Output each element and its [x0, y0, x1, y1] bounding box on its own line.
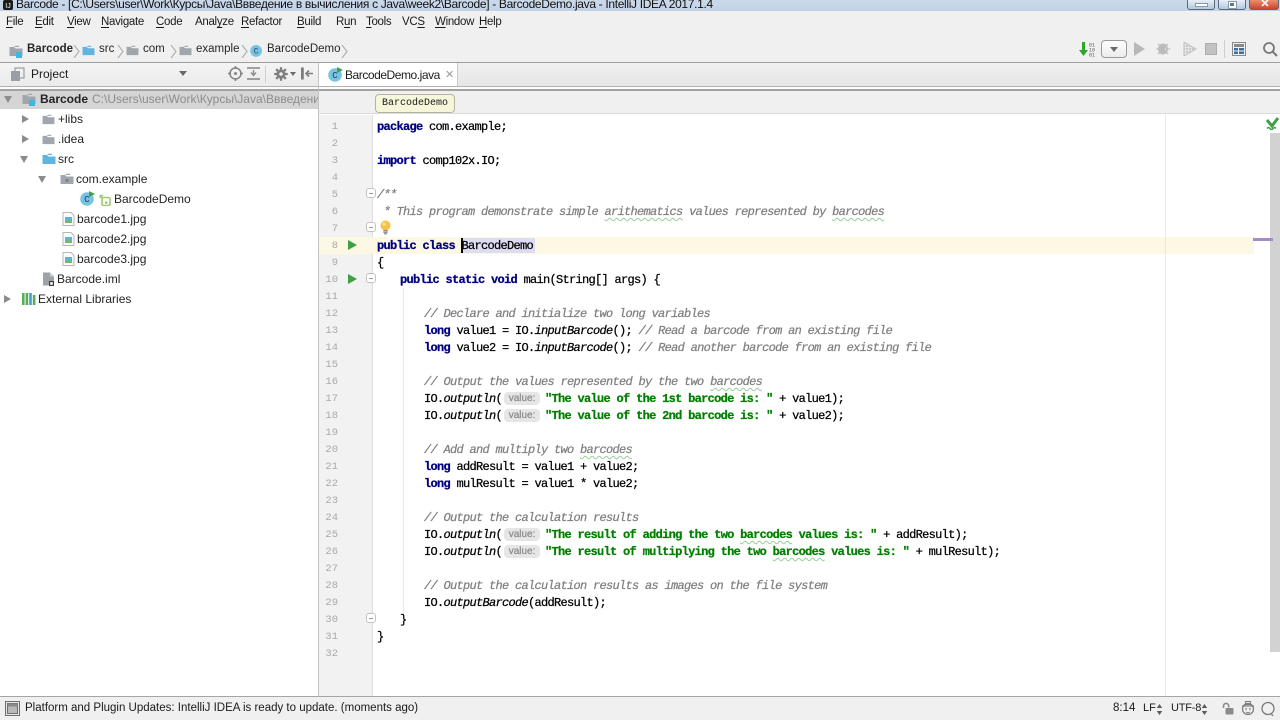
svg-text:C: C [254, 49, 259, 57]
svg-text:IJ: IJ [5, 3, 10, 10]
svg-text:01: 01 [1089, 53, 1095, 59]
